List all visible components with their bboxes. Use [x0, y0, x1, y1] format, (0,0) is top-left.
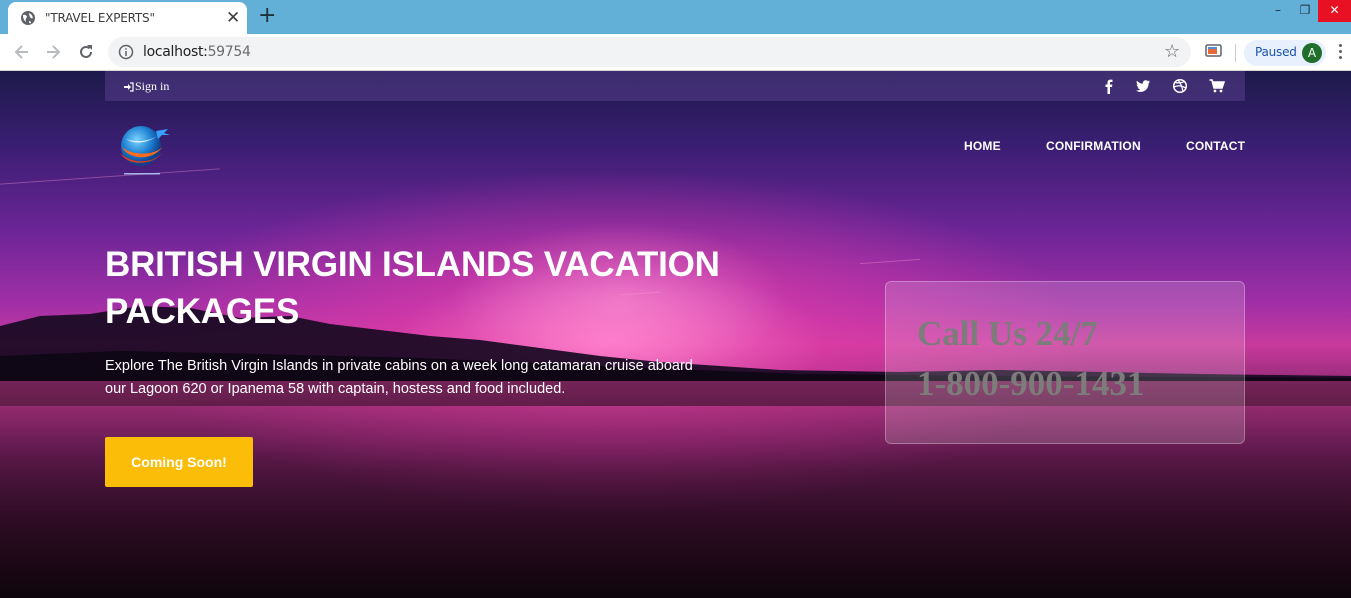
- nav-home[interactable]: HOME: [964, 139, 1001, 153]
- nav-confirmation[interactable]: CONFIRMATION: [1046, 139, 1141, 153]
- menu-icon[interactable]: [1337, 42, 1343, 62]
- twitter-icon[interactable]: [1135, 78, 1151, 94]
- info-icon[interactable]: [118, 44, 134, 60]
- page-content: Sign in HOME CONFIRMATION CONTACT BRITIS…: [0, 71, 1351, 598]
- top-bar: Sign in: [105, 71, 1245, 101]
- url-host: localhost:: [143, 44, 208, 60]
- toolbar-divider: [1235, 44, 1236, 62]
- avatar: A: [1302, 43, 1322, 63]
- browser-tab-bar: "TRAVEL EXPERTS" ✕ + – ❐ ✕: [0, 0, 1351, 34]
- cloud-streak: [860, 258, 920, 265]
- window-maximize-button[interactable]: ❐: [1290, 0, 1320, 22]
- url-port: 59754: [207, 44, 251, 60]
- signin-label: Sign in: [135, 79, 170, 93]
- window-close-button[interactable]: ✕: [1318, 0, 1351, 22]
- tab-close-icon[interactable]: ✕: [226, 9, 240, 27]
- nav-contact[interactable]: CONTACT: [1186, 139, 1245, 153]
- travel-logo[interactable]: [114, 121, 174, 177]
- phone-number[interactable]: 1-800-900-1431: [917, 364, 1144, 404]
- globe-icon: [21, 11, 35, 25]
- url-text[interactable]: localhost:59754: [143, 44, 251, 60]
- back-icon[interactable]: [12, 42, 32, 62]
- cast-icon[interactable]: [1205, 44, 1222, 58]
- call-us-heading: Call Us 24/7: [917, 314, 1098, 353]
- cloud-streak: [0, 168, 220, 185]
- profile-button[interactable]: Paused A: [1244, 40, 1326, 66]
- new-tab-button[interactable]: +: [258, 3, 276, 29]
- profile-status: Paused: [1255, 45, 1297, 59]
- coming-soon-button[interactable]: Coming Soon!: [105, 437, 253, 487]
- browser-toolbar: localhost:59754 ☆ Paused A: [0, 34, 1351, 71]
- hero-title: BRITISH VIRGIN ISLANDS VACATION PACKAGES: [105, 245, 720, 331]
- dribbble-icon[interactable]: [1172, 78, 1188, 94]
- browser-tab[interactable]: "TRAVEL EXPERTS" ✕: [8, 2, 247, 34]
- call-us-box: Call Us 24/7 1-800-900-1431: [885, 281, 1245, 444]
- cart-icon[interactable]: [1209, 78, 1225, 94]
- tab-title: "TRAVEL EXPERTS": [45, 11, 155, 25]
- star-icon[interactable]: ☆: [1164, 42, 1180, 62]
- facebook-icon[interactable]: [1101, 78, 1117, 94]
- hero-description: Explore The British Virgin Islands in pr…: [105, 358, 693, 397]
- signin-icon: [124, 81, 134, 92]
- address-bar[interactable]: localhost:59754 ☆: [108, 37, 1191, 67]
- window-minimize-button[interactable]: –: [1263, 0, 1293, 22]
- forward-icon[interactable]: [43, 42, 63, 62]
- signin-link[interactable]: Sign in: [124, 79, 169, 94]
- reload-icon[interactable]: [76, 42, 96, 62]
